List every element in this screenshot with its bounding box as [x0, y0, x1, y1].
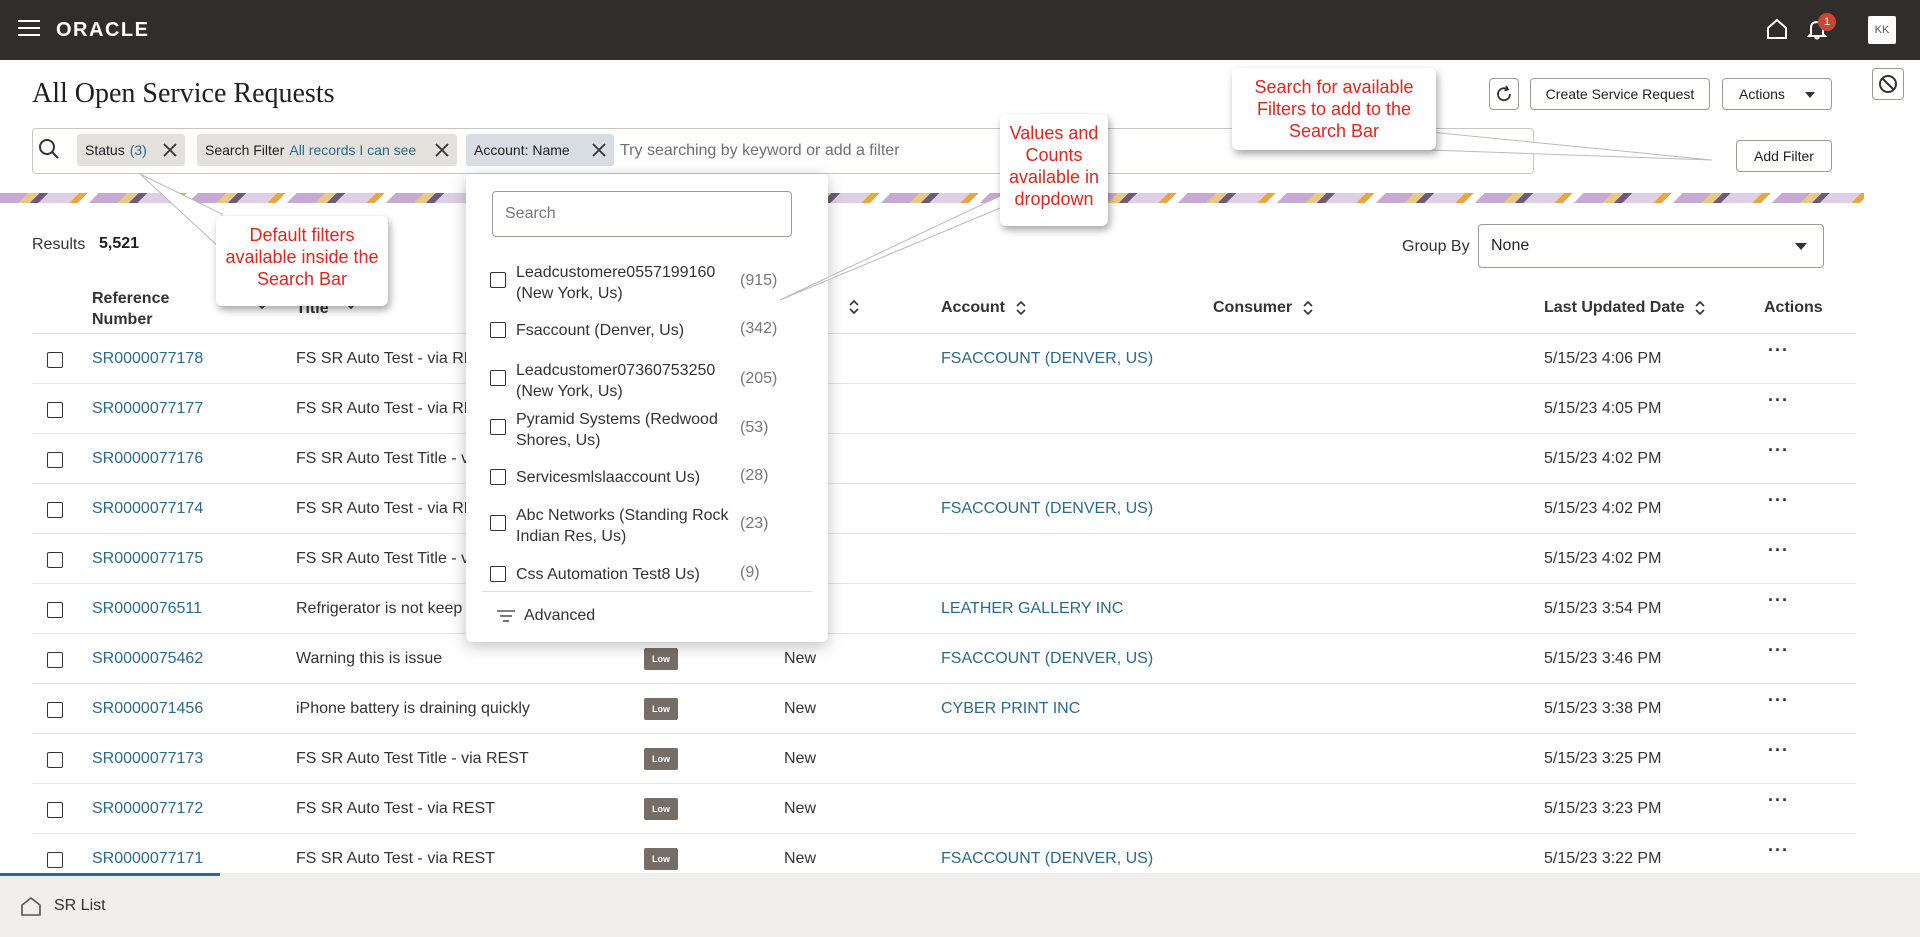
callout-pointers — [139, 131, 1713, 301]
home-icon[interactable] — [20, 896, 42, 921]
active-tab-indicator — [0, 873, 220, 876]
callout-default-filters: Default filters available inside the Sea… — [216, 216, 388, 306]
callout-values-counts: Values and Counts available in dropdown — [1000, 114, 1108, 226]
footer-bar — [0, 873, 1920, 937]
callout-search-filters: Search for available Filters to add to t… — [1232, 68, 1436, 150]
sr-list-tab[interactable]: SR List — [54, 897, 106, 915]
